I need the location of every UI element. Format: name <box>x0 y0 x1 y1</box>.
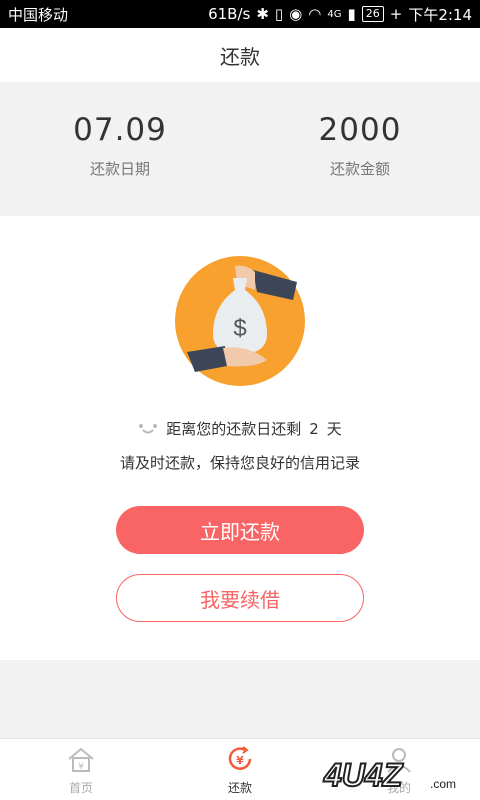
repayment-amount-label: 还款金额 <box>329 160 390 178</box>
countdown-prefix: 距离您的还款日还剩 <box>166 420 302 438</box>
renew-loan-button[interactable]: 我要续借 <box>116 574 364 622</box>
page-title: 还款 <box>220 44 260 69</box>
clock-time: 下午2:14 <box>408 5 472 24</box>
site-watermark-logo: 4U4Z .com <box>322 756 456 794</box>
signal-icon: ▮ <box>347 5 356 23</box>
repayment-amount-value: 2000 <box>318 112 402 148</box>
nav-bar: 还款 <box>0 28 480 82</box>
main-content: $ 距离您的还款日还剩 2 天 请及时还款，保持您良好的信用记录 立即还款 我要… <box>0 216 480 660</box>
charging-icon: + <box>389 5 403 23</box>
svg-text:¥: ¥ <box>236 754 244 767</box>
repayment-date-label: 还款日期 <box>89 160 150 178</box>
repayment-summary: 07.09 还款日期 2000 还款金额 <box>0 82 480 216</box>
home-icon: ¥ <box>68 747 94 772</box>
svg-text:.com: .com <box>430 777 456 791</box>
network-type: 4G <box>327 8 342 20</box>
bluetooth-icon: ✱ <box>256 5 269 23</box>
eye-icon: ◉ <box>289 5 303 23</box>
svg-text:¥: ¥ <box>78 762 84 772</box>
tab-home[interactable]: ¥ 首页 <box>41 745 121 796</box>
network-speed: 61B/s <box>208 5 251 23</box>
credit-advice: 请及时还款，保持您良好的信用记录 <box>119 454 360 472</box>
tab-repay[interactable]: ¥ 还款 <box>200 745 280 796</box>
smile-icon <box>139 423 158 433</box>
days-remaining: 2 <box>309 419 319 438</box>
tab-bar: ¥ 首页 ¥ 还款 我的 4U4Z .com <box>0 738 480 800</box>
wifi-icon: ◠ <box>308 5 322 23</box>
tab-repay-label: 还款 <box>227 781 252 795</box>
money-bag-illustration: $ <box>175 256 305 386</box>
tab-home-label: 首页 <box>68 781 93 795</box>
countdown-line: 距离您的还款日还剩 2 天 <box>0 418 480 439</box>
svg-text:4U4Z: 4U4Z <box>323 757 404 793</box>
bottom-spacer <box>0 660 480 738</box>
repayment-date-block: 07.09 还款日期 <box>0 112 240 179</box>
vibrate-icon: ▯ <box>274 5 284 23</box>
days-unit: 天 <box>326 420 342 438</box>
repay-now-button[interactable]: 立即还款 <box>116 506 364 554</box>
battery-icon: 26 <box>361 6 384 22</box>
status-bar: 中国移动 61B/s ✱ ▯ ◉ ◠ 4G ▮ 26 + 下午2:14 <box>0 0 480 28</box>
repayment-date-value: 07.09 <box>73 112 167 148</box>
repay-yen-icon: ¥ <box>228 746 252 770</box>
carrier-label: 中国移动 <box>8 5 69 24</box>
repayment-amount-block: 2000 还款金额 <box>240 112 480 179</box>
dollar-symbol: $ <box>233 315 246 342</box>
